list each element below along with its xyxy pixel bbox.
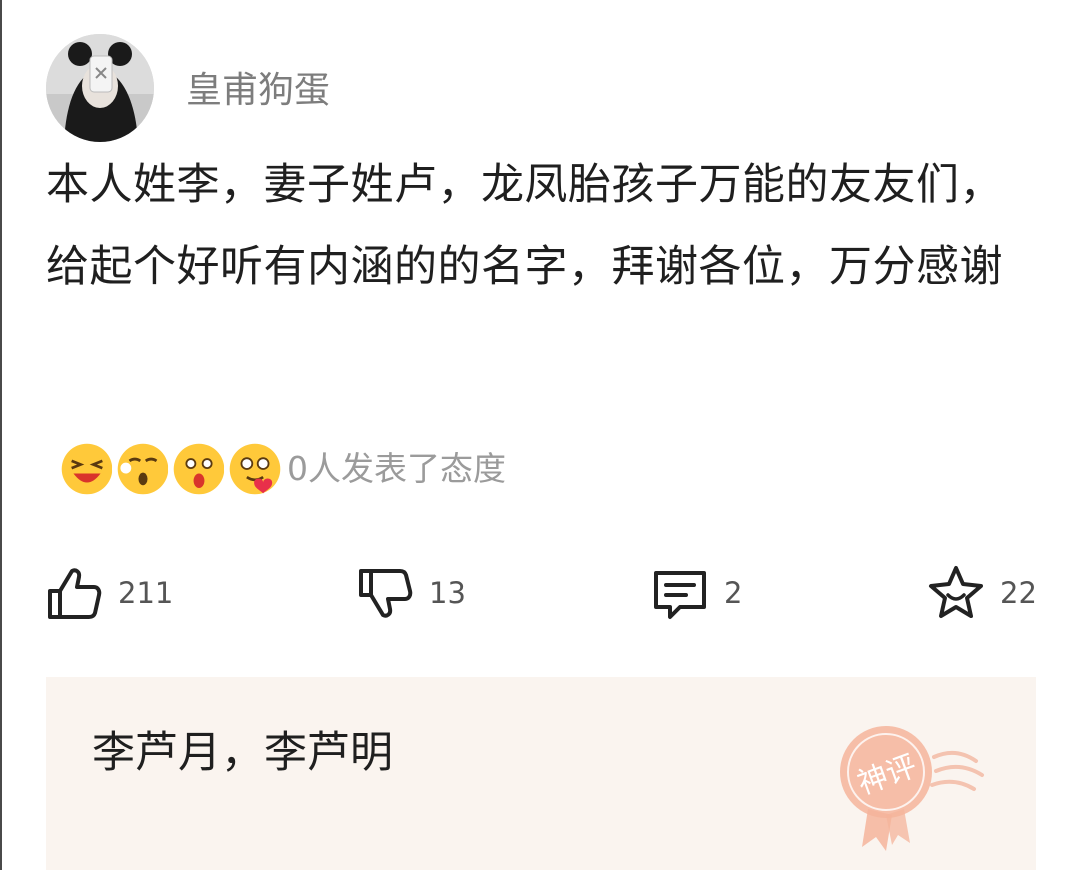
reaction-summary: 0人发表了态度	[287, 449, 506, 488]
dislike-button[interactable]: 13	[355, 562, 466, 624]
comment-button[interactable]: 2	[650, 562, 742, 624]
like-count: 211	[118, 576, 174, 610]
favorite-count: 22	[1000, 576, 1037, 610]
like-button[interactable]: 211	[44, 562, 173, 624]
comment-count: 2	[724, 576, 743, 610]
shocked-emoji[interactable]	[168, 438, 230, 500]
love-emoji[interactable]	[224, 438, 286, 500]
top-comment-text: 李芦月，李芦明	[92, 728, 393, 778]
comment-icon	[654, 571, 706, 619]
dislike-count: 13	[429, 576, 466, 610]
star-icon	[929, 566, 983, 618]
avatar[interactable]	[46, 34, 154, 142]
crying-emoji[interactable]	[112, 438, 174, 500]
avatar-icon	[46, 34, 154, 142]
thumbs-up-icon	[48, 568, 102, 619]
thumbs-down-icon	[359, 569, 413, 618]
laughing-emoji[interactable]	[56, 438, 118, 500]
left-edge-divider	[0, 0, 2, 870]
post-text: 本人姓李，妻子姓卢，龙凤胎孩子万能的友友们，给起个好听有内涵的的名字，拜谢各位，…	[46, 160, 1003, 292]
favorite-button[interactable]: 22	[926, 562, 1037, 624]
username[interactable]: 皇甫狗蛋	[186, 66, 330, 116]
god-comment-badge-icon: 神评	[840, 726, 984, 851]
top-comment-card[interactable]: 李芦月，李芦明 神评	[46, 677, 1036, 870]
